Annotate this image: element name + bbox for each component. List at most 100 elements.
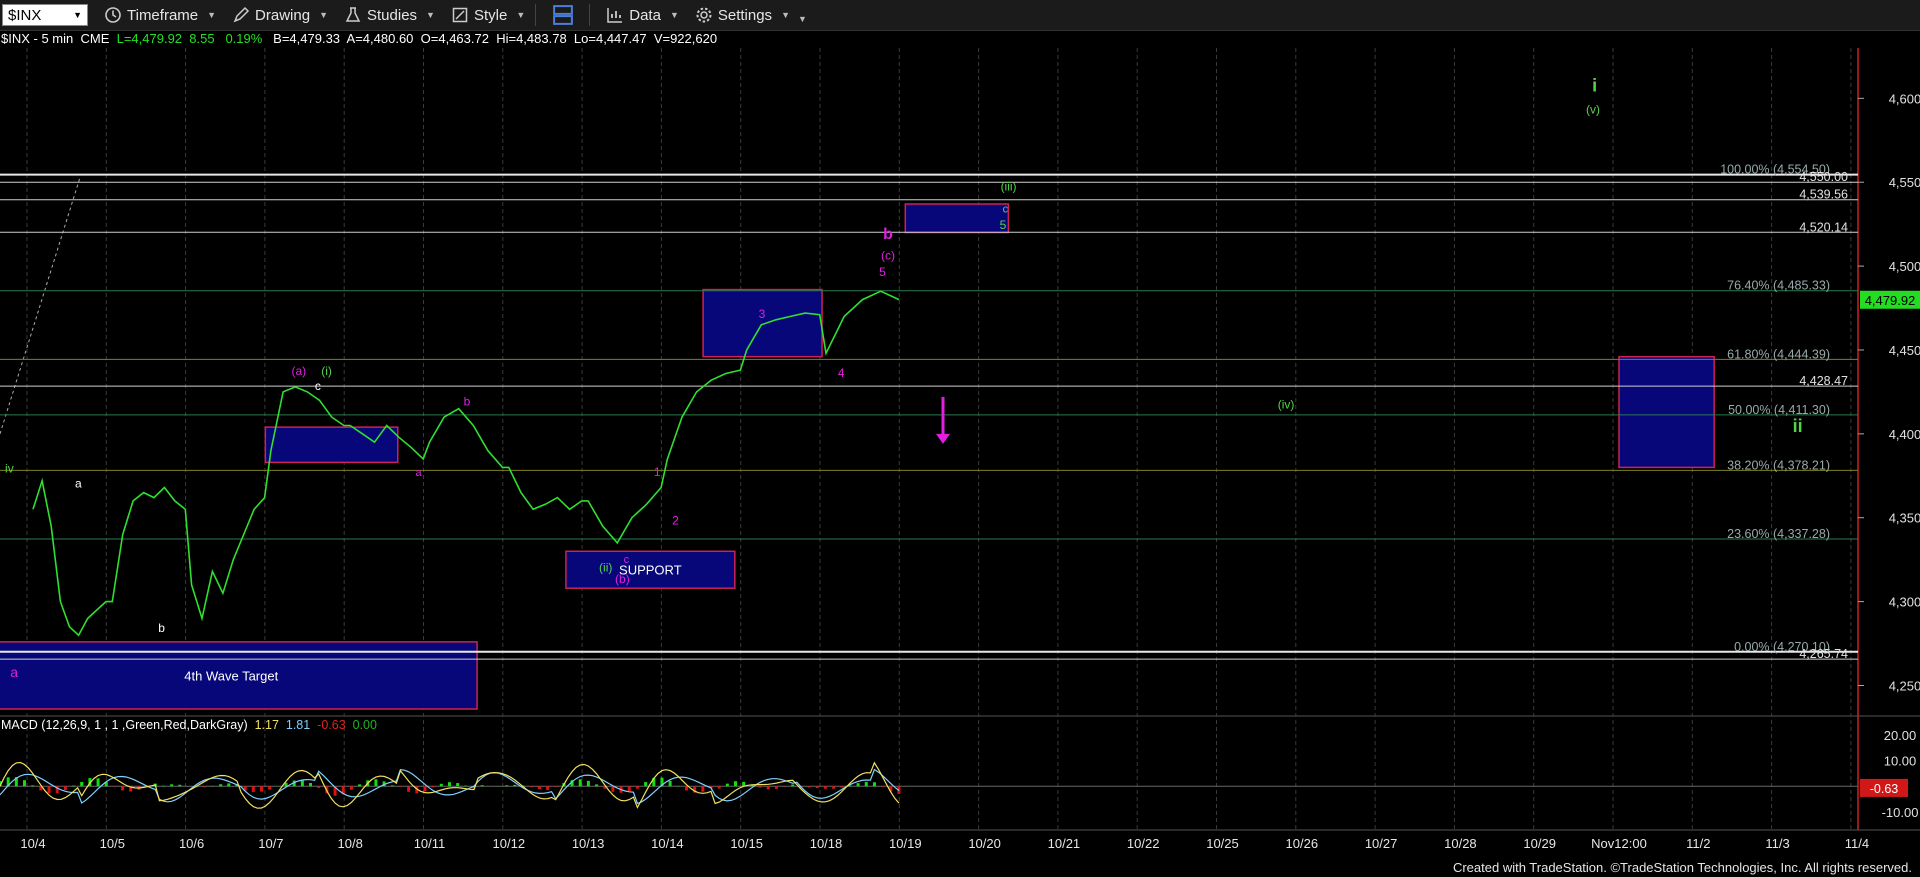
price-chart[interactable]: 4,250.00 4,300.00 4,350.00 4,400.00 4,450.00… xyxy=(0,48,1920,860)
status-ask: A=4,480.60 xyxy=(346,31,414,46)
timeframe-label: Timeframe xyxy=(127,6,199,24)
x-tick-label: Nov12:00 xyxy=(1591,836,1647,851)
wave-label: b xyxy=(883,226,893,243)
wave-label: (v) xyxy=(1586,102,1600,116)
wave-label: c xyxy=(315,379,321,393)
macd-current-label: -0.63 xyxy=(1870,782,1899,796)
chevron-down-icon: ▼ xyxy=(797,14,807,24)
settings-label: Settings xyxy=(717,6,773,24)
y-tick-label: 4,500.00 xyxy=(1889,259,1920,274)
macd-axis-label: 20.00 xyxy=(1884,728,1917,743)
layout-icon xyxy=(553,5,574,25)
chevron-down-icon: ▼ xyxy=(319,10,328,20)
data-label: Data xyxy=(629,6,661,24)
status-exchange: CME xyxy=(80,31,110,46)
fib-level-label: 23.60% (4,337.28) xyxy=(1727,527,1830,541)
x-tick-label: 10/11 xyxy=(414,836,446,851)
macd-axis-label: -10.00 xyxy=(1882,805,1919,820)
macd-label: MACD (12,26,9, 1 , 1 ,Green,Red,DarkGray… xyxy=(1,718,248,732)
gear-icon xyxy=(696,7,712,23)
style-label: Style xyxy=(473,6,508,24)
studies-icon xyxy=(345,7,361,22)
x-tick-label: 10/18 xyxy=(810,836,843,851)
x-tick-label: 11/4 xyxy=(1845,836,1869,851)
symbol-input[interactable]: $INX ▼ xyxy=(2,4,88,26)
macd-value-1: 1.17 xyxy=(254,718,279,732)
wave-label: iv xyxy=(5,461,14,475)
macd-value-4: 0.00 xyxy=(352,718,377,732)
credit-text: Created with TradeStation. ©TradeStation… xyxy=(1452,860,1912,875)
toolbar: $INX ▼ Timeframe ▼ Drawing ▼ Studies ▼ S… xyxy=(0,0,1920,31)
symbol-text: $INX xyxy=(8,6,42,24)
data-button[interactable]: Data ▼ xyxy=(606,6,679,24)
style-icon xyxy=(452,7,468,23)
target-box xyxy=(904,203,1010,234)
toolbar-divider xyxy=(535,4,537,26)
last-price-label: 4,479.92 xyxy=(1865,293,1916,308)
x-tick-label: 10/8 xyxy=(338,836,363,851)
drawing-button[interactable]: Drawing ▼ xyxy=(232,6,328,24)
wave-label: (c) xyxy=(881,248,895,262)
wave-label: (iii) xyxy=(1001,180,1017,194)
fib-level-label: 50.00% (4,411.30) xyxy=(1728,403,1830,417)
target-box xyxy=(1618,355,1715,469)
x-tick-label: 10/27 xyxy=(1365,836,1398,851)
y-tick-label: 4,400.00 xyxy=(1889,427,1920,442)
wave-label: 3 xyxy=(759,307,766,321)
wave-label: i xyxy=(1592,76,1597,96)
x-tick-label: 10/19 xyxy=(889,836,922,851)
down-arrow-head-icon xyxy=(936,433,950,444)
x-tick-label: 10/29 xyxy=(1523,836,1556,851)
wave-label: 2 xyxy=(672,513,679,527)
macd-legend: MACD (12,26,9, 1 , 1 ,Green,Red,DarkGray… xyxy=(1,718,377,732)
price-level-label: 4,428.47 xyxy=(1799,374,1848,388)
box-label: 4th Wave Target xyxy=(184,668,278,683)
wave-label: (ii) xyxy=(599,560,612,574)
style-button[interactable]: Style ▼ xyxy=(451,6,525,24)
wave-label: (iv) xyxy=(1278,398,1295,412)
status-change: 8.55 xyxy=(189,31,215,46)
wave-label: a xyxy=(10,664,18,680)
x-tick-label: 10/6 xyxy=(179,836,204,851)
settings-button[interactable]: Settings ▼ ▼ xyxy=(695,6,807,24)
y-tick-label: 4,600.00 xyxy=(1889,91,1920,106)
layout-button[interactable] xyxy=(552,5,579,25)
wave-label: 4 xyxy=(838,366,845,380)
x-tick-label: 10/15 xyxy=(730,836,763,851)
x-tick-label: 10/21 xyxy=(1048,836,1081,851)
chevron-down-icon: ▼ xyxy=(426,10,435,20)
x-tick-label: 11/2 xyxy=(1686,836,1710,851)
macd-axis-label: 10.00 xyxy=(1884,754,1917,769)
chevron-down-icon: ▼ xyxy=(207,10,217,20)
chevron-down-icon: ▼ xyxy=(516,10,526,20)
wave-label: 5 xyxy=(879,265,886,279)
x-tick-label: 10/25 xyxy=(1206,836,1239,851)
clock-icon xyxy=(105,7,121,23)
status-pct: 0.19% xyxy=(225,31,263,46)
chevron-down-icon[interactable]: ▼ xyxy=(73,10,82,20)
status-symbol: $INX - 5 min xyxy=(1,31,74,46)
wave-label: a xyxy=(416,467,423,479)
x-tick-label: 10/12 xyxy=(493,836,526,851)
price-level-label: 4,539.56 xyxy=(1799,188,1848,202)
macd-value-3: -0.63 xyxy=(317,718,346,732)
studies-button[interactable]: Studies ▼ xyxy=(344,6,435,24)
wave-label: c xyxy=(624,554,630,566)
chevron-down-icon: ▼ xyxy=(781,10,790,20)
wave-label: c xyxy=(1003,203,1009,215)
x-tick-label: 11/3 xyxy=(1765,836,1789,851)
y-tick-label: 4,350.00 xyxy=(1889,511,1920,526)
status-bid: B=4,479.33 xyxy=(273,31,341,46)
fib-level-label: 38.20% (4,378.21) xyxy=(1727,458,1830,472)
status-line: $INX - 5 min CME L=4,479.92 8.55 0.19% B… xyxy=(1,31,717,46)
timeframe-button[interactable]: Timeframe ▼ xyxy=(104,6,216,24)
wave-label: b xyxy=(464,394,471,408)
toolbar-divider xyxy=(589,4,591,26)
drawing-icon xyxy=(233,6,250,23)
x-tick-label: 10/28 xyxy=(1444,836,1477,851)
wave-label: a xyxy=(75,477,82,491)
target-box xyxy=(702,288,823,358)
wave-label: b xyxy=(158,621,165,635)
y-tick-label: 4,550.00 xyxy=(1889,175,1920,190)
y-tick-label: 4,450.00 xyxy=(1889,343,1920,358)
